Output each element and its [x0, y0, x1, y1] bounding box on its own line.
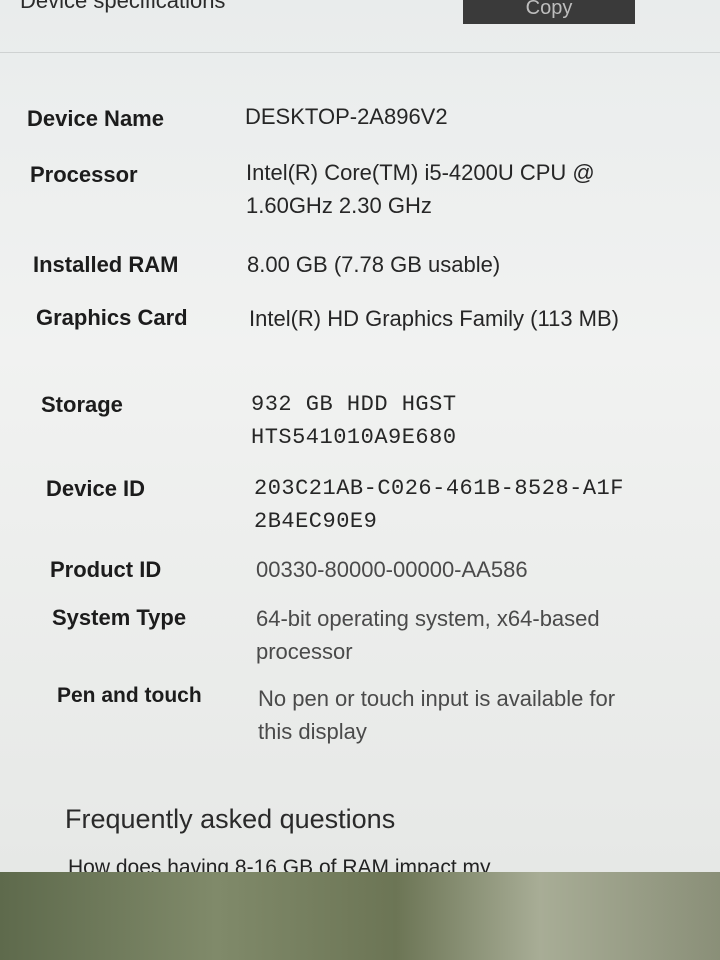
faq-heading: Frequently asked questions [65, 804, 396, 834]
spec-value-graphics-card: Intel(R) HD Graphics Family (113 MB) [249, 306, 619, 331]
copy-button[interactable]: Copy [463, 0, 635, 24]
spec-value-pen-touch: No pen or touch input is available for t… [258, 686, 616, 744]
spec-value-system-type: 64-bit operating system, x64-based proce… [256, 606, 600, 664]
spec-value-device-id: 203C21AB-C026-461B-8528-A1F2B4EC90E9 [254, 476, 624, 534]
spec-value-device-name: DESKTOP-2A896V2 [245, 104, 448, 129]
spec-value-storage: 932 GB HDD HGST HTS541010A9E680 [251, 392, 457, 450]
spec-label-device-name: Device Name [27, 106, 164, 131]
spec-label-device-id: Device ID [46, 476, 146, 501]
spec-label-installed-ram: Installed RAM [33, 252, 179, 277]
spec-label-storage: Storage [41, 392, 123, 417]
background-scenery [0, 872, 720, 960]
spec-label-product-id: Product ID [50, 557, 162, 582]
spec-label-graphics-card: Graphics Card [36, 305, 188, 330]
spec-value-processor: Intel(R) Core(TM) i5-4200U CPU @ 1.60GHz… [246, 160, 595, 218]
spec-value-product-id: 00330-80000-00000-AA586 [256, 557, 528, 582]
section-title: Device specifications [20, 0, 226, 13]
section-header: Device specifications Copy [0, 0, 720, 53]
spec-value-installed-ram: 8.00 GB (7.78 GB usable) [247, 252, 501, 277]
spec-label-pen-touch: Pen and touch [57, 684, 202, 707]
spec-label-processor: Processor [30, 162, 138, 187]
device-specifications-panel: Device specifications Copy Device Name D… [0, 0, 720, 880]
spec-label-system-type: System Type [52, 605, 187, 630]
